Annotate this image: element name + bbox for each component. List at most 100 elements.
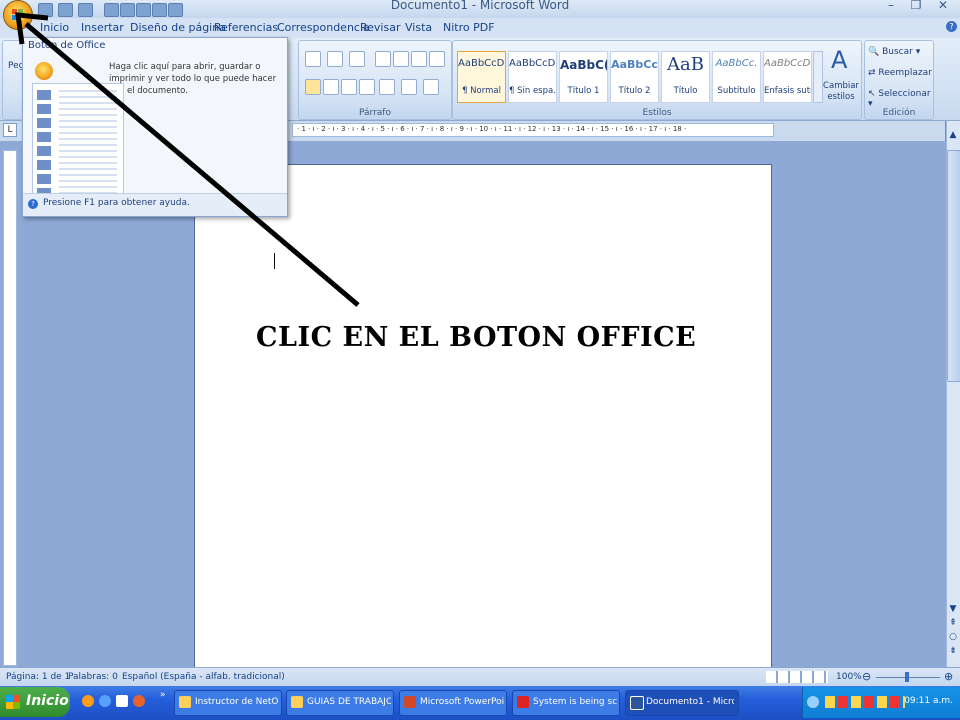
- style-normal[interactable]: AaBbCcDc ¶ Normal: [457, 51, 506, 103]
- tab-revisar[interactable]: Revisar: [360, 21, 400, 34]
- spellcheck-icon[interactable]: [168, 3, 183, 17]
- office-logo-icon: [12, 9, 23, 20]
- align-left-icon[interactable]: [305, 79, 321, 95]
- style-titulo[interactable]: AaB Título: [661, 51, 710, 103]
- open-icon[interactable]: [120, 3, 135, 17]
- style-sample: AaB: [667, 54, 704, 75]
- tab-diseno[interactable]: Diseño de página: [130, 21, 226, 34]
- quicklaunch-browser-icon[interactable]: [82, 695, 94, 707]
- tab-vista[interactable]: Vista: [405, 21, 432, 34]
- status-words[interactable]: Palabras: 0: [68, 672, 118, 682]
- bullets-icon[interactable]: [305, 51, 321, 67]
- folder-icon: [291, 696, 303, 708]
- task-guias[interactable]: GUIAS DE TRABAJO ...: [286, 690, 394, 716]
- increase-indent-icon[interactable]: [393, 51, 409, 67]
- tab-insertar[interactable]: Insertar: [81, 21, 124, 34]
- zoom-slider-thumb[interactable]: [905, 672, 909, 682]
- view-buttons[interactable]: [766, 671, 828, 683]
- windows-logo-icon: [6, 695, 20, 709]
- tooltip-footer: ? Presione F1 para obtener ayuda.: [23, 193, 287, 216]
- system-tray: 09:11 a.m.: [802, 687, 960, 718]
- align-center-icon[interactable]: [323, 79, 339, 95]
- style-titulo-1[interactable]: AaBbC( Título 1: [559, 51, 608, 103]
- instruction-caption: CLIC EN EL BOTON OFFICE: [256, 322, 697, 353]
- change-styles-icon[interactable]: A: [831, 46, 847, 74]
- clock[interactable]: 09:11 a.m.: [904, 696, 953, 706]
- task-powerpoint[interactable]: Microsoft PowerPoint ...: [399, 690, 507, 716]
- save-icon[interactable]: [38, 3, 53, 17]
- scroll-up-icon[interactable]: ▲: [946, 130, 960, 144]
- status-page[interactable]: Página: 1 de 1: [6, 672, 70, 682]
- select-cursor-icon: ↖: [868, 89, 876, 99]
- task-label: System is being scan...: [533, 697, 617, 707]
- style-name: Título 1: [567, 86, 600, 96]
- group-edicion: 🔍 Buscar ▾ ⇄ Reemplazar ↖ Seleccionar ▾ …: [864, 40, 934, 120]
- style-titulo-2[interactable]: AaBbCc Título 2: [610, 51, 659, 103]
- help-icon[interactable]: ?: [946, 21, 957, 32]
- replace-button[interactable]: ⇄ Reemplazar: [868, 68, 932, 78]
- status-language[interactable]: Español (España - alfab. tradicional): [122, 672, 285, 682]
- style-name: Título: [673, 86, 698, 96]
- style-name: Subtítulo: [717, 86, 756, 96]
- task-system-scan[interactable]: System is being scan...: [512, 690, 620, 716]
- next-page-icon[interactable]: ⇟: [946, 646, 960, 660]
- style-subtitulo[interactable]: AaBbCc. Subtítulo: [712, 51, 761, 103]
- browse-object-icon[interactable]: ○: [946, 632, 960, 646]
- quicklaunch-desktop-icon[interactable]: [116, 695, 128, 707]
- replace-icon: ⇄: [868, 68, 876, 78]
- style-enfasis-sutil[interactable]: AaBbCcDc Énfasis sutil: [763, 51, 812, 103]
- shading-icon[interactable]: [401, 79, 417, 95]
- document-page[interactable]: [194, 164, 772, 670]
- tab-inicio[interactable]: Inicio: [40, 21, 69, 34]
- tab-referencias[interactable]: Referencias: [214, 21, 278, 34]
- task-netop[interactable]: Instructor de NetOp -...: [174, 690, 282, 716]
- prev-page-icon[interactable]: ⇞: [946, 618, 960, 632]
- group-estilos: AaBbCcDc ¶ Normal AaBbCcDc ¶ Sin espa...…: [452, 40, 862, 120]
- redo-icon[interactable]: [78, 3, 93, 17]
- tray-expand-icon[interactable]: [807, 696, 819, 708]
- maximize-button[interactable]: ❐: [905, 0, 927, 12]
- align-right-icon[interactable]: [341, 79, 357, 95]
- tab-correspondencia[interactable]: Correspondencia: [277, 21, 370, 34]
- close-button[interactable]: ✕: [932, 0, 954, 12]
- taskbar: Inicio » Instructor de NetOp -... GUIAS …: [0, 686, 960, 720]
- line-spacing-icon[interactable]: [379, 79, 395, 95]
- menu-preview-lines: [59, 90, 117, 208]
- undo-icon[interactable]: [58, 3, 73, 17]
- style-sample: AaBbC(: [560, 58, 607, 72]
- select-button[interactable]: ↖ Seleccionar ▾: [868, 89, 933, 109]
- task-word[interactable]: Documento1 - Micros...: [625, 690, 739, 716]
- quicklaunch-more-icon[interactable]: »: [160, 690, 166, 700]
- tab-selector-button[interactable]: L: [3, 123, 17, 137]
- horizontal-ruler[interactable]: · 1 · ı · 2 · ı · 3 · ı · 4 · ı · 5 · ı …: [292, 123, 774, 137]
- start-button[interactable]: Inicio: [0, 687, 70, 717]
- borders-icon[interactable]: [423, 79, 439, 95]
- sort-icon[interactable]: [411, 51, 427, 67]
- office-logo-small-icon: [35, 62, 53, 80]
- find-button[interactable]: 🔍 Buscar ▾: [868, 47, 920, 57]
- style-sin-espaciado[interactable]: AaBbCcDc ¶ Sin espa...: [508, 51, 557, 103]
- scroll-down-icon[interactable]: ▼: [946, 604, 960, 618]
- status-zoom[interactable]: 100%: [836, 672, 862, 682]
- new-icon[interactable]: [104, 3, 119, 17]
- tooltip-header: Botón de Office: [28, 40, 106, 51]
- print-icon[interactable]: [136, 3, 151, 17]
- quicklaunch-firefox-icon[interactable]: [133, 695, 145, 707]
- pilcrow-icon[interactable]: [429, 51, 445, 67]
- tray-icons[interactable]: [825, 696, 905, 708]
- tab-nitro-pdf[interactable]: Nitro PDF: [443, 21, 495, 34]
- styles-scroll-button[interactable]: [813, 51, 823, 103]
- zoom-in-icon[interactable]: ⊕: [944, 670, 953, 683]
- multilevel-icon[interactable]: [349, 51, 365, 67]
- numbering-icon[interactable]: [327, 51, 343, 67]
- minimize-button[interactable]: –: [880, 0, 902, 12]
- scrollbar-thumb[interactable]: [947, 150, 960, 382]
- change-styles-button[interactable]: Cambiar estilos: [823, 81, 859, 103]
- quicklaunch-ie-icon[interactable]: [99, 695, 111, 707]
- preview-icon[interactable]: [152, 3, 167, 17]
- decrease-indent-icon[interactable]: [375, 51, 391, 67]
- zoom-out-icon[interactable]: ⊖: [862, 670, 871, 683]
- vertical-ruler[interactable]: [3, 150, 17, 666]
- office-button[interactable]: [3, 0, 33, 30]
- justify-icon[interactable]: [359, 79, 375, 95]
